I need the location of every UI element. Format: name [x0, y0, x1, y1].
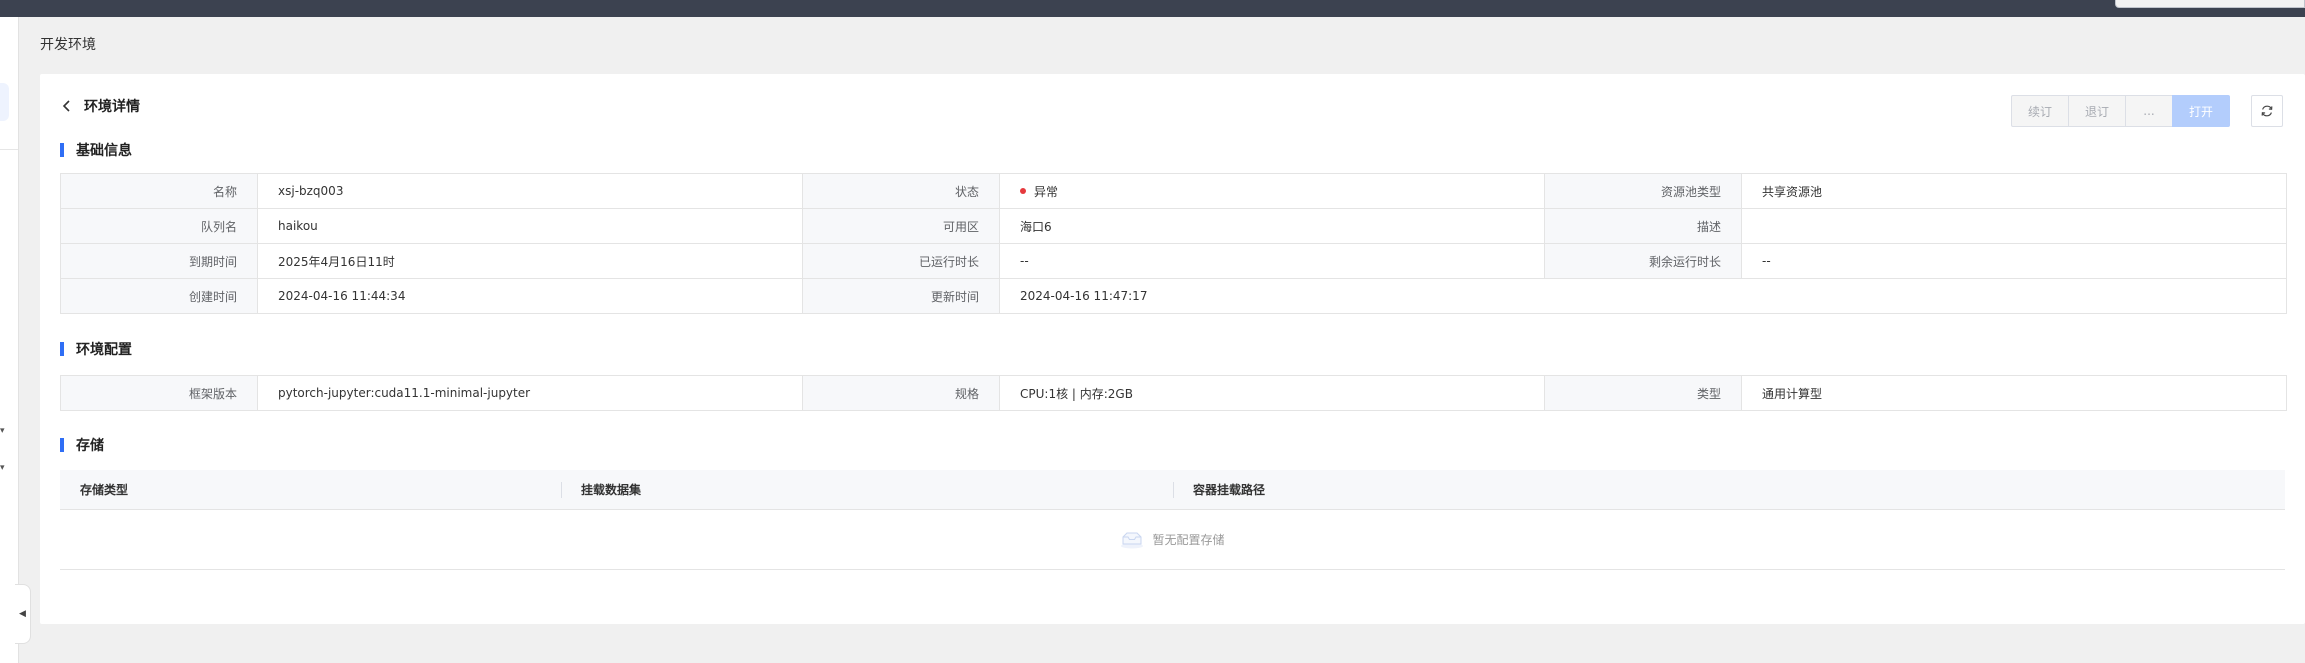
empty-box-icon	[1121, 532, 1144, 548]
caret-down-icon[interactable]: ▾	[0, 427, 8, 436]
detail-panel: 环境详情 续订 退订 ... 打开 基础信息 名称 xsj-bzq003 状态 …	[40, 74, 2305, 624]
remaining-label: 剩余运行时长	[1544, 243, 1742, 279]
env-config-table: 框架版本 pytorch-jupyter:cuda11.1-minimal-ju…	[60, 375, 2287, 411]
section-title: 存储	[76, 438, 104, 454]
pool-type-label: 资源池类型	[1544, 173, 1742, 209]
table-row: 队列名 haikou 可用区 海口6 描述	[60, 208, 2287, 244]
status-error-dot	[1020, 188, 1026, 194]
chevron-left-icon	[62, 100, 70, 112]
section-marker	[60, 438, 64, 452]
pool-type-value: 共享资源池	[1741, 173, 2287, 209]
expire-label: 到期时间	[60, 243, 258, 279]
table-row: 创建时间 2024-04-16 11:44:34 更新时间 2024-04-16…	[60, 278, 2287, 314]
updated-value: 2024-04-16 11:47:17	[999, 278, 2287, 314]
zone-label: 可用区	[802, 208, 1000, 244]
unsubscribe-button[interactable]: 退订	[2068, 95, 2126, 127]
type-label: 类型	[1544, 375, 1742, 411]
sidebar-collapse-toggle[interactable]: ◀	[15, 584, 31, 644]
storage-table: 存储类型 挂载数据集 容器挂载路径 暂无配置存储	[60, 470, 2285, 570]
empty-text: 暂无配置存储	[1152, 533, 1225, 547]
table-row: 名称 xsj-bzq003 状态 异常 资源池类型 共享资源池	[60, 173, 2287, 209]
runtime-value: --	[999, 243, 1545, 279]
page-title: 开发环境	[40, 37, 96, 53]
section-title: 基础信息	[76, 143, 132, 159]
column-storage-type: 存储类型	[80, 483, 129, 497]
type-value: 通用计算型	[1741, 375, 2287, 411]
open-button[interactable]: 打开	[2172, 95, 2230, 127]
storage-empty-state: 暂无配置存储	[60, 510, 2285, 570]
remaining-value: --	[1741, 243, 2287, 279]
back-button[interactable]: 环境详情	[60, 96, 140, 116]
sidebar: ▾ ▾	[0, 17, 19, 663]
expire-value: 2025年4月16日11时	[257, 243, 803, 279]
top-search-input[interactable]	[2115, 0, 2305, 8]
refresh-button[interactable]	[2251, 95, 2283, 127]
table-row: 框架版本 pytorch-jupyter:cuda11.1-minimal-ju…	[60, 375, 2287, 411]
caret-left-icon: ◀	[19, 609, 26, 619]
desc-label: 描述	[1544, 208, 1742, 244]
sidebar-divider	[0, 149, 18, 150]
zone-value: 海口6	[999, 208, 1545, 244]
top-navigation-bar	[0, 0, 2305, 17]
more-button[interactable]: ...	[2125, 95, 2173, 127]
created-value: 2024-04-16 11:44:34	[257, 278, 803, 314]
table-row: 到期时间 2025年4月16日11时 已运行时长 -- 剩余运行时长 --	[60, 243, 2287, 279]
desc-value	[1741, 208, 2287, 244]
queue-value: haikou	[257, 208, 803, 244]
storage-table-header: 存储类型 挂载数据集 容器挂载路径	[60, 470, 2285, 510]
section-env-config: 环境配置	[60, 339, 132, 359]
basic-info-table: 名称 xsj-bzq003 状态 异常 资源池类型 共享资源池 队列名 haik…	[60, 173, 2287, 314]
caret-down-icon[interactable]: ▾	[0, 464, 8, 473]
sidebar-active-item[interactable]	[0, 83, 9, 121]
column-mount-path: 容器挂载路径	[1173, 470, 2285, 509]
name-label: 名称	[60, 173, 258, 209]
detail-title: 环境详情	[84, 99, 140, 115]
status-badge: 异常	[1034, 184, 1059, 199]
refresh-icon	[2261, 105, 2273, 117]
status-label: 状态	[802, 173, 1000, 209]
framework-label: 框架版本	[60, 375, 258, 411]
runtime-label: 已运行时长	[802, 243, 1000, 279]
status-value: 异常	[999, 173, 1545, 209]
created-label: 创建时间	[60, 278, 258, 314]
section-marker	[60, 342, 64, 356]
section-storage: 存储	[60, 435, 104, 455]
column-mounted-dataset: 挂载数据集	[561, 470, 1173, 509]
updated-label: 更新时间	[802, 278, 1000, 314]
section-marker	[60, 143, 64, 157]
spec-label: 规格	[802, 375, 1000, 411]
framework-value: pytorch-jupyter:cuda11.1-minimal-jupyter	[257, 375, 803, 411]
name-value: xsj-bzq003	[257, 173, 803, 209]
renew-button[interactable]: 续订	[2011, 95, 2069, 127]
spec-value: CPU:1核 | 内存:2GB	[999, 375, 1545, 411]
section-basic-info: 基础信息	[60, 140, 132, 160]
action-button-group: 续订 退订 ... 打开	[2011, 95, 2230, 127]
queue-label: 队列名	[60, 208, 258, 244]
section-title: 环境配置	[76, 342, 132, 358]
